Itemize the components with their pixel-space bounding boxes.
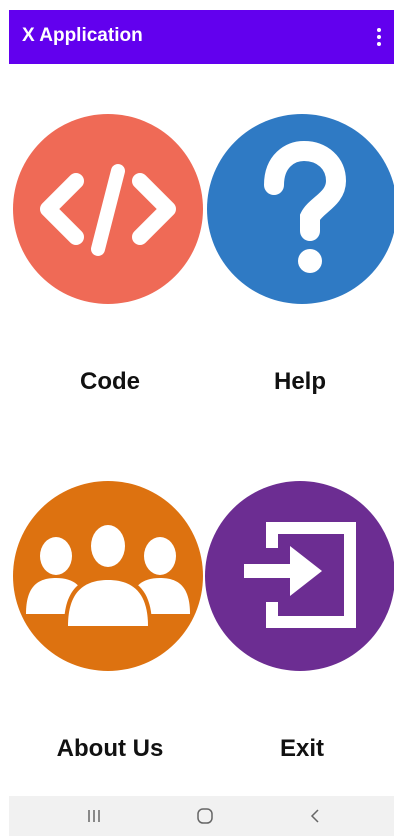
- exit-icon: [205, 481, 394, 671]
- about-us-tile[interactable]: [12, 480, 204, 672]
- exit-tile[interactable]: [204, 480, 394, 672]
- code-icon: [13, 114, 203, 304]
- about-us-label: About Us: [56, 735, 164, 762]
- code-label: Code: [80, 368, 140, 395]
- system-nav-bar: [9, 796, 394, 836]
- recents-icon[interactable]: [64, 796, 124, 836]
- code-tile[interactable]: [12, 113, 204, 305]
- more-vert-icon[interactable]: [371, 22, 387, 52]
- exit-label: Exit: [279, 735, 324, 762]
- help-label: Help: [273, 368, 326, 395]
- help-tile[interactable]: [206, 113, 394, 305]
- home-icon[interactable]: [175, 796, 235, 836]
- app-bar: X Application: [9, 10, 394, 64]
- back-icon[interactable]: [285, 796, 345, 836]
- group-icon: [13, 481, 203, 671]
- app-title: X Application: [22, 25, 143, 46]
- question-mark-icon: [207, 114, 394, 304]
